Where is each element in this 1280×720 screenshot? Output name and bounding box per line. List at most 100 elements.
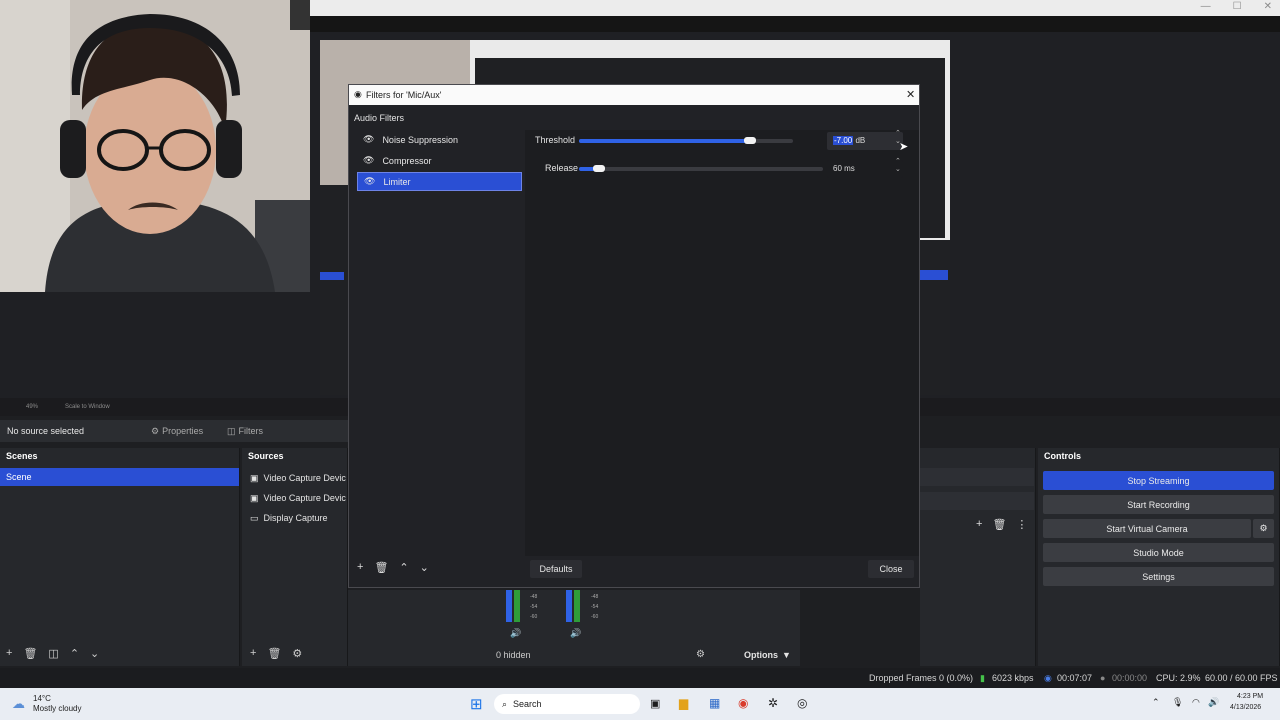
scene-item[interactable]: Scene [0, 468, 239, 486]
options-button[interactable]: Options ▼ [744, 650, 791, 660]
filter-item-compressor[interactable]: 👁 Compressor [357, 151, 522, 170]
task-view-icon[interactable]: ▣ [650, 697, 660, 710]
meter-scale: -48 -54 -60 [591, 592, 598, 622]
zoom-level[interactable]: 49% [26, 404, 38, 410]
virtual-camera-settings-icon[interactable]: ⚙ [1253, 519, 1274, 538]
bitrate: 6023 kbps [992, 673, 1034, 683]
scale-mode[interactable]: Scale to Window [65, 404, 110, 410]
defaults-button[interactable]: Defaults [530, 560, 582, 578]
status-bar: Dropped Frames 0 (0.0%) ▮ 6023 kbps ◉ 00… [0, 668, 1280, 688]
fps: 60.00 / 60.00 FPS [1205, 673, 1278, 683]
add-icon[interactable]: + [976, 518, 982, 531]
preview-background [0, 292, 310, 398]
weather-icon: ☁ [12, 696, 25, 711]
folder-icon[interactable]: ▆ [679, 696, 688, 710]
threshold-spinbox[interactable]: -7.00 dB [827, 132, 903, 150]
threshold-fill [579, 139, 750, 143]
source-item[interactable]: ▣ Video Capture Devic [242, 488, 347, 508]
start-virtual-camera-button[interactable]: Start Virtual Camera [1043, 519, 1251, 538]
minimize-icon[interactable]: — [1201, 1, 1211, 12]
gear-icon[interactable]: ⚙ [696, 649, 705, 660]
arrow-up-icon[interactable]: ⌃ [70, 647, 79, 660]
properties-button[interactable]: ⚙ Properties [151, 424, 203, 438]
settings-button[interactable]: Settings [1043, 567, 1274, 586]
speaker-icon[interactable]: 🔊 [570, 628, 581, 639]
scenes-title: Scenes [6, 451, 38, 461]
obs-icon[interactable]: ◎ [797, 696, 807, 710]
spin-arrows[interactable]: ⌃ ⌄ [895, 158, 901, 174]
meter-bar [566, 590, 572, 622]
source-item[interactable]: ▭ Display Capture [242, 508, 347, 528]
filter-label: Limiter [383, 176, 411, 187]
source-item[interactable]: ▣ Video Capture Devic [242, 468, 347, 488]
filter-item-limiter[interactable]: 👁 Limiter [357, 172, 522, 191]
close-window-icon[interactable]: ✕ [1264, 1, 1272, 12]
release-spinbox[interactable]: 60 ms [827, 160, 903, 178]
eye-icon[interactable]: 👁 [364, 176, 375, 187]
sources-title: Sources [248, 451, 284, 461]
studio-mode-button[interactable]: Studio Mode [1043, 543, 1274, 562]
release-label: Release [545, 163, 579, 173]
gear-icon[interactable]: ⚙ [292, 647, 302, 660]
app-icon[interactable]: ✲ [768, 696, 778, 710]
filters-button[interactable]: ◫ Filters [227, 424, 263, 438]
trash-icon[interactable]: 🗑 [267, 647, 281, 660]
mic-icon[interactable]: 🎙 [1172, 697, 1183, 708]
add-icon[interactable]: + [6, 647, 12, 660]
wifi-icon[interactable]: ◠ [1192, 697, 1200, 708]
taskbar-search[interactable]: ⌕ Search [494, 694, 640, 714]
arrow-down-icon[interactable]: ⌄ [90, 647, 99, 660]
arrow-up-icon[interactable]: ⌃ [399, 561, 408, 574]
options-label: Options [744, 650, 778, 660]
speaker-icon[interactable]: 🔊 [510, 628, 521, 639]
more-icon[interactable]: ⋮ [1016, 518, 1027, 531]
trash-icon[interactable]: 🗑 [374, 561, 388, 574]
audio-filters-label: Audio Filters [354, 113, 405, 123]
threshold-handle[interactable] [744, 137, 756, 144]
start-recording-button[interactable]: Start Recording [1043, 495, 1274, 514]
close-icon[interactable]: ✕ [906, 88, 915, 101]
chrome-icon[interactable]: ◉ [738, 696, 748, 710]
store-icon[interactable]: ▦ [709, 696, 720, 710]
threshold-value-selected: -7.00 [833, 136, 854, 145]
window-controls: — ☐ ✕ [1201, 1, 1272, 12]
arrow-down-icon[interactable]: ⌄ [420, 561, 429, 574]
weather-temp[interactable]: 14°C [33, 694, 51, 703]
meter-tick: -48 [530, 594, 538, 600]
add-icon[interactable]: + [250, 647, 256, 660]
duration-input[interactable] [920, 492, 1034, 510]
windows-start-icon[interactable]: ⊞ [470, 695, 483, 713]
meter-scale: -48 -54 -60 [530, 592, 537, 622]
meter-bar [574, 590, 580, 622]
volume-icon[interactable]: 🔊 [1208, 697, 1219, 708]
search-label: Search [513, 699, 542, 709]
trash-icon[interactable]: 🗑 [992, 518, 1006, 531]
weather-desc[interactable]: Mostly cloudy [33, 704, 81, 713]
search-icon: ⌕ [502, 698, 508, 709]
filter-icon[interactable]: ◫ [48, 647, 58, 660]
close-button[interactable]: Close [868, 560, 914, 578]
release-handle[interactable] [593, 165, 605, 172]
clock-date[interactable]: 4/13/2026 [1230, 704, 1261, 711]
nested-scene [320, 272, 344, 280]
stop-streaming-button[interactable]: Stop Streaming [1043, 471, 1274, 490]
clock-time[interactable]: 4:23 PM [1237, 693, 1263, 700]
tray-chevron-icon[interactable]: ⌃ [1152, 697, 1160, 708]
hidden-count[interactable]: 0 hidden [496, 650, 531, 660]
threshold-unit: dB [855, 136, 866, 145]
eye-icon[interactable]: 👁 [363, 155, 374, 166]
transition-select[interactable] [920, 468, 1034, 486]
maximize-icon[interactable]: ☐ [1233, 1, 1242, 12]
release-slider[interactable] [579, 167, 823, 171]
record-time: 00:00:00 [1112, 673, 1148, 683]
threshold-slider[interactable] [579, 139, 793, 143]
trash-icon[interactable]: 🗑 [23, 647, 37, 660]
filters-label: Filters [238, 426, 264, 436]
eye-icon[interactable]: 👁 [363, 134, 374, 145]
properties-label: Properties [162, 426, 204, 436]
sources-footer: + 🗑 ⚙ [250, 647, 302, 660]
camera-icon: ▣ [250, 492, 259, 503]
add-icon[interactable]: + [357, 561, 363, 574]
filter-item-noise-suppression[interactable]: 👁 Noise Suppression [357, 130, 522, 149]
filter-icon: ◫ [227, 425, 236, 436]
